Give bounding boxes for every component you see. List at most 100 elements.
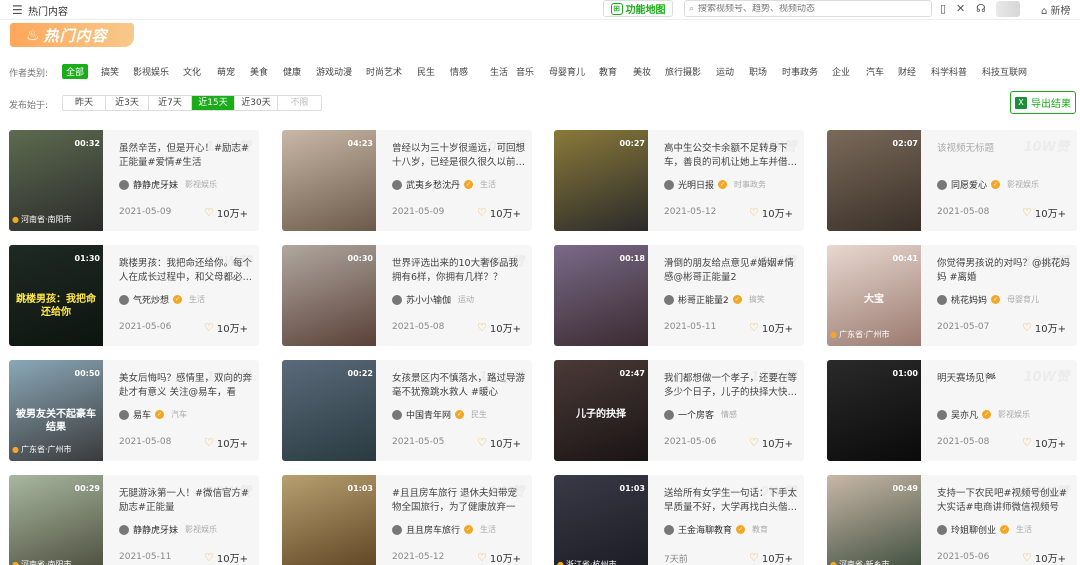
category-chip[interactable]: 全部: [62, 64, 89, 79]
video-description[interactable]: 曾经以为三十岁很遥远，可回想十八岁，已经是很久很久以前…: [392, 142, 526, 170]
video-thumbnail[interactable]: 00:18: [554, 245, 648, 346]
video-thumbnail[interactable]: 01:03 ● 浙江省·杭州市: [554, 475, 648, 565]
video-card[interactable]: 00:41 大宝 ● 广东省·广州市 10W赞 你觉得男孩说的对吗？@挑花妈妈 #离婚 桃花…: [827, 245, 1077, 346]
video-thumbnail[interactable]: 00:22: [282, 360, 376, 461]
video-card[interactable]: 02:47 儿子的抉择 10W赞 我们都想做一个孝子，还要在等多少个日子，儿子的抉择大…: [554, 360, 804, 461]
video-card[interactable]: 00:29 ● 河南省·南阳市 10W赞 无腿游泳第一人！#微信官方#励志#正能量 静静虎…: [9, 475, 259, 565]
category-chip[interactable]: 搞笑: [101, 65, 119, 78]
video-description[interactable]: 滑倒的朋友给点意见#婚姻#情感@彬哥正能量2: [664, 257, 798, 285]
category-chip[interactable]: 企业: [832, 65, 850, 78]
video-thumbnail[interactable]: 00:49 ● 河南省·新乡市: [827, 475, 921, 565]
video-thumbnail[interactable]: 02:47 儿子的抉择: [554, 360, 648, 461]
video-thumbnail[interactable]: 01:00: [827, 360, 921, 461]
video-card[interactable]: 00:32 ● 河南省·南阳市 10W赞 虽然辛苦，但是开心！#励志#正能量#爱情#生活…: [9, 130, 259, 231]
avatar[interactable]: [996, 1, 1020, 17]
category-chip[interactable]: 财经: [898, 65, 916, 78]
author-info[interactable]: 一个房客 情感: [664, 408, 737, 421]
video-card[interactable]: 00:18 10W赞 滑倒的朋友给点意见#婚姻#情感@彬哥正能量2 彬哥正能量2 ✓ 搞笑…: [554, 245, 804, 346]
author-info[interactable]: 同愿爱心 ✓ 影视娱乐: [937, 178, 1039, 191]
video-description[interactable]: 我们都想做一个孝子，还要在等多少个日子，儿子的抉择大快…: [664, 372, 798, 400]
date-option[interactable]: 近7天: [149, 96, 192, 110]
author-info[interactable]: 气死炒想 ✓ 生活: [119, 293, 205, 306]
category-chip[interactable]: 旅行摄影: [665, 65, 701, 78]
category-chip[interactable]: 游戏动漫: [316, 65, 352, 78]
author-info[interactable]: 静静虎牙妹 影视娱乐: [119, 523, 217, 536]
author-info[interactable]: 吴亦凡 ✓ 影视娱乐: [937, 408, 1030, 421]
category-chip[interactable]: 汽车: [866, 65, 884, 78]
export-button[interactable]: X 导出结果: [1010, 91, 1076, 114]
category-chip[interactable]: 美妆: [633, 65, 651, 78]
author-info[interactable]: 苏小小输伽 运动: [392, 293, 474, 306]
video-thumbnail[interactable]: 00:41 大宝 ● 广东省·广州市: [827, 245, 921, 346]
author-info[interactable]: 静静虎牙妹 影视娱乐: [119, 178, 217, 191]
author-info[interactable]: 光明日报 ✓ 时事政务: [664, 178, 766, 191]
author-info[interactable]: 武夷乡愁沈丹 ✓ 生活: [392, 178, 496, 191]
video-card[interactable]: 00:22 10W赞 女孩景区内不慎落水，路过导游毫不犹豫跳水救人 #暖心 中国青年网…: [282, 360, 532, 461]
video-card[interactable]: 00:27 10W赞 高中生公交卡余额不足转身下车，善良的司机让她上车并借… 光明日报…: [554, 130, 804, 231]
author-info[interactable]: 易车 ✓ 汽车: [119, 408, 187, 421]
wechat-icon[interactable]: ✕: [956, 2, 965, 15]
video-card[interactable]: 01:03 ● 浙江省·杭州市 10W赞 送给所有女学生一句话：下手太早质量不好，大学再…: [554, 475, 804, 565]
video-card[interactable]: 01:30 跳楼男孩：我把命还给你 10W赞 跳楼男孩：我把命还给你。每个人在成长过程…: [9, 245, 259, 346]
video-card[interactable]: 00:50 被男友关不起豪车结果 ● 广东省·广州市 10W赞 美女后悔吗？感情里，双向的…: [9, 360, 259, 461]
category-chip[interactable]: 职场: [749, 65, 767, 78]
video-card[interactable]: 02:07 10W赞 该视频无标题 同愿爱心 ✓ 影视娱乐 2021-05-08 ♡ 10万+: [827, 130, 1077, 231]
category-chip[interactable]: 情感: [450, 65, 468, 78]
date-option[interactable]: 昨天: [63, 96, 106, 110]
category-chip[interactable]: 生活: [490, 65, 508, 78]
video-description[interactable]: #且且房车旅行 退休夫妇带宠物全国旅行，为了健康放弃一切…: [392, 487, 526, 515]
video-description[interactable]: 送给所有女学生一句话：下手太早质量不好，大学再找白头偕…: [664, 487, 798, 515]
video-thumbnail[interactable]: 00:32 ● 河南省·南阳市: [9, 130, 103, 231]
video-thumbnail[interactable]: 01:03: [282, 475, 376, 565]
date-option[interactable]: 不限: [278, 96, 321, 110]
author-info[interactable]: 王金海聊教育 ✓ 教育: [664, 523, 768, 536]
author-info[interactable]: 彬哥正能量2 ✓ 搞笑: [664, 293, 765, 306]
category-chip[interactable]: 教育: [599, 65, 617, 78]
video-thumbnail[interactable]: 00:27: [554, 130, 648, 231]
category-chip[interactable]: 文化: [183, 65, 201, 78]
search-box[interactable]: ⌕: [684, 0, 932, 17]
feature-map-button[interactable]: ⊞ 功能地图: [603, 0, 673, 17]
video-description[interactable]: 你觉得男孩说的对吗？@挑花妈妈 #离婚: [937, 257, 1071, 285]
category-chip[interactable]: 民生: [417, 65, 435, 78]
video-description[interactable]: 世界评选出来的10大奢侈品我拥有6样，你拥有几样？？: [392, 257, 526, 285]
menu-icon[interactable]: ☰: [12, 3, 23, 17]
category-chip[interactable]: 时尚艺术: [366, 65, 402, 78]
category-chip[interactable]: 音乐: [516, 65, 534, 78]
date-option[interactable]: 近30天: [235, 96, 278, 110]
video-description[interactable]: 女孩景区内不慎落水，路过导游毫不犹豫跳水救人 #暖心: [392, 372, 526, 400]
category-chip[interactable]: 影视娱乐: [133, 65, 169, 78]
category-chip[interactable]: 健康: [283, 65, 301, 78]
new-list-link[interactable]: ⌂ 新榜: [1041, 2, 1071, 17]
video-thumbnail[interactable]: 02:07: [827, 130, 921, 231]
video-description[interactable]: 美女后悔吗？感情里，双向的奔赴才有意义 关注@易车，看潇…: [119, 372, 253, 400]
video-thumbnail[interactable]: 00:30: [282, 245, 376, 346]
video-description[interactable]: 该视频无标题: [937, 142, 1071, 170]
video-description[interactable]: 明天赛场见🏁: [937, 372, 1071, 400]
headset-icon[interactable]: ☊: [976, 2, 986, 15]
author-info[interactable]: 桃花妈妈 ✓ 母婴育儿: [937, 293, 1039, 306]
video-thumbnail[interactable]: 00:50 被男友关不起豪车结果 ● 广东省·广州市: [9, 360, 103, 461]
category-chip[interactable]: 美食: [250, 65, 268, 78]
category-chip[interactable]: 母婴育儿: [549, 65, 585, 78]
video-description[interactable]: 跳楼男孩：我把命还给你。每个人在成长过程中，和父母都必…: [119, 257, 253, 285]
category-chip[interactable]: 萌宠: [217, 65, 235, 78]
video-thumbnail[interactable]: 01:30 跳楼男孩：我把命还给你: [9, 245, 103, 346]
category-chip[interactable]: 科学科普: [931, 65, 967, 78]
video-card[interactable]: 00:30 10W赞 世界评选出来的10大奢侈品我拥有6样，你拥有几样？？ 苏小小输伽…: [282, 245, 532, 346]
video-thumbnail[interactable]: 04:23: [282, 130, 376, 231]
date-option[interactable]: 近3天: [106, 96, 149, 110]
category-chip[interactable]: 时事政务: [782, 65, 818, 78]
video-description[interactable]: 虽然辛苦，但是开心！#励志#正能量#爱情#生活: [119, 142, 253, 170]
author-info[interactable]: 且且房车旅行 ✓ 生活: [392, 523, 496, 536]
date-option[interactable]: 近15天: [192, 96, 235, 110]
author-info[interactable]: 玲姐聊创业 ✓ 生活: [937, 523, 1032, 536]
phone-icon[interactable]: ▯: [940, 2, 946, 15]
search-input[interactable]: [698, 3, 919, 14]
video-description[interactable]: 高中生公交卡余额不足转身下车，善良的司机让她上车并借…: [664, 142, 798, 170]
video-card[interactable]: 01:0310W赞#且且房车旅行 退休夫妇带宠物全国旅行，为了健康放弃一切…且且…: [282, 475, 532, 565]
video-card[interactable]: 00:49 ● 河南省·新乡市 10W赞 支持一下农民吧#视频号创业#大实话#电商讲师微…: [827, 475, 1077, 565]
author-info[interactable]: 中国青年网 ✓ 民生: [392, 408, 487, 421]
category-chip[interactable]: 科技互联网: [982, 65, 1027, 78]
video-card[interactable]: 04:23 10W赞 曾经以为三十岁很遥远，可回想十八岁，已经是很久很久以前… 武夷乡…: [282, 130, 532, 231]
